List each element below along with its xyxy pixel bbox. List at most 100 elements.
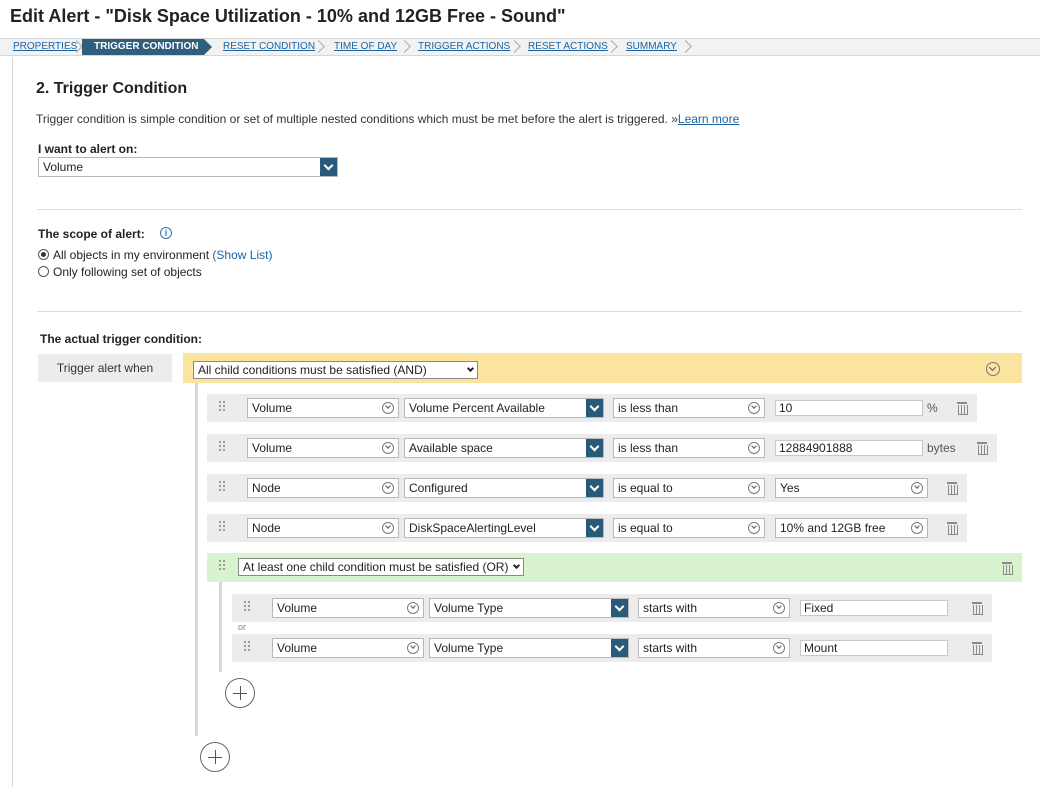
condition-field-select[interactable]: Volume Type <box>429 598 629 618</box>
chevron-right-icon <box>314 39 324 55</box>
or-group-bar: At least one child condition must be sat… <box>207 553 1022 582</box>
chevron-down-icon <box>586 399 603 417</box>
condition-operator-select[interactable]: starts with <box>638 598 790 618</box>
divider <box>37 209 1022 210</box>
chevron-down-icon <box>382 442 394 454</box>
chevron-down-icon <box>748 402 760 414</box>
condition-value-input[interactable]: Fixed <box>800 600 948 616</box>
step-trigger-condition[interactable]: TRIGGER CONDITION <box>82 39 212 55</box>
step-summary[interactable]: SUMMARY <box>626 39 677 55</box>
trash-icon[interactable] <box>1002 562 1013 575</box>
condition-field-value: DiskSpaceAlertingLevel <box>409 521 536 535</box>
drag-handle-icon[interactable] <box>219 560 227 574</box>
root-operator-select[interactable]: All child conditions must be satisfied (… <box>193 361 478 379</box>
chevron-right-icon <box>681 39 691 55</box>
trigger-condition-label: The actual trigger condition: <box>40 332 203 346</box>
chevron-down-icon <box>773 602 785 614</box>
condition-value-select[interactable]: 10% and 12GB free <box>775 518 928 538</box>
condition-object-select[interactable]: Volume <box>247 398 399 418</box>
alert-on-label: I want to alert on: <box>38 142 138 156</box>
condition-object-value: Volume <box>277 601 318 615</box>
condition-value-input[interactable]: 10 <box>775 400 923 416</box>
scope-option-all-label: All objects in my environment <box>53 248 210 262</box>
drag-handle-icon[interactable] <box>219 521 227 535</box>
trash-icon[interactable] <box>977 442 988 455</box>
condition-operator-select[interactable]: is less than <box>613 398 765 418</box>
scope-option-all[interactable]: All objects in my environment (Show List… <box>38 248 272 262</box>
learn-more-link[interactable]: Learn more <box>678 112 739 126</box>
step-reset-actions[interactable]: RESET ACTIONS <box>528 39 608 55</box>
step-time-of-day[interactable]: TIME OF DAY <box>334 39 397 55</box>
trash-icon[interactable] <box>947 522 958 535</box>
condition-object-select[interactable]: Volume <box>272 598 424 618</box>
chevron-right-icon <box>607 39 617 55</box>
condition-operator-value: is equal to <box>618 481 673 495</box>
condition-unit: bytes <box>927 441 956 455</box>
condition-operator-select[interactable]: is equal to <box>613 478 765 498</box>
condition-object-value: Volume <box>277 641 318 655</box>
drag-handle-icon[interactable] <box>219 481 227 495</box>
chevron-down-icon <box>773 642 785 654</box>
chevron-down-icon <box>586 519 603 537</box>
tree-line <box>195 383 198 736</box>
trigger-when-label: Trigger alert when <box>38 354 172 382</box>
condition-object-select[interactable]: Volume <box>247 438 399 458</box>
condition-field-value: Volume Type <box>434 601 504 615</box>
add-group-condition-button[interactable] <box>225 678 255 708</box>
step-reset-condition[interactable]: RESET CONDITION <box>223 39 315 55</box>
condition-field-value: Available space <box>409 441 493 455</box>
condition-field-select[interactable]: Volume Percent Available <box>404 398 604 418</box>
section-description: Trigger condition is simple condition or… <box>36 112 739 126</box>
collapse-icon[interactable] <box>986 362 1000 376</box>
condition-row: Node DiskSpaceAlertingLevel is equal to … <box>207 514 967 542</box>
chevron-down-icon <box>911 522 923 534</box>
drag-handle-icon[interactable] <box>219 401 227 415</box>
drag-handle-icon[interactable] <box>219 441 227 455</box>
trash-icon[interactable] <box>957 402 968 415</box>
chevron-down-icon <box>586 439 603 457</box>
scope-label: The scope of alert: <box>38 227 145 241</box>
add-condition-button[interactable] <box>200 742 230 772</box>
condition-object-select[interactable]: Node <box>247 518 399 538</box>
drag-handle-icon[interactable] <box>244 641 252 655</box>
condition-value-input[interactable]: 12884901888 <box>775 440 923 456</box>
trash-icon[interactable] <box>972 602 983 615</box>
condition-row: Volume Volume Percent Available is less … <box>207 394 977 422</box>
condition-operator-select[interactable]: starts with <box>638 638 790 658</box>
condition-operator-select[interactable]: is less than <box>613 438 765 458</box>
tree-line <box>219 582 222 672</box>
condition-object-value: Volume <box>252 401 293 415</box>
show-list-link[interactable]: (Show List) <box>212 248 272 262</box>
condition-field-select[interactable]: DiskSpaceAlertingLevel <box>404 518 604 538</box>
alert-on-select[interactable]: Volume <box>38 157 338 177</box>
condition-field-select[interactable]: Available space <box>404 438 604 458</box>
drag-handle-icon[interactable] <box>244 601 252 615</box>
group-operator-select[interactable]: At least one child condition must be sat… <box>238 558 524 576</box>
trash-icon[interactable] <box>972 642 983 655</box>
step-properties[interactable]: PROPERTIES <box>13 39 77 55</box>
condition-value: Yes <box>780 481 800 495</box>
condition-operator-select[interactable]: is equal to <box>613 518 765 538</box>
section-heading: 2. Trigger Condition <box>36 80 188 97</box>
condition-operator-value: is less than <box>618 441 679 455</box>
scope-option-following[interactable]: Only following set of objects <box>38 265 202 279</box>
condition-field-select[interactable]: Configured <box>404 478 604 498</box>
condition-field-select[interactable]: Volume Type <box>429 638 629 658</box>
condition-object-select[interactable]: Volume <box>272 638 424 658</box>
condition-row: Volume Volume Type starts with Mount <box>232 634 992 662</box>
dropdown-arrow-icon <box>512 561 521 570</box>
info-icon[interactable]: i <box>160 227 172 239</box>
root-operator-bar: All child conditions must be satisfied (… <box>183 353 1022 383</box>
radio-unselected-icon[interactable] <box>38 266 49 277</box>
radio-selected-icon[interactable] <box>38 249 49 260</box>
step-trigger-actions[interactable]: TRIGGER ACTIONS <box>418 39 510 55</box>
condition-value-input[interactable]: Mount <box>800 640 948 656</box>
condition-unit: % <box>927 401 938 415</box>
condition-operator-value: starts with <box>643 641 698 655</box>
trash-icon[interactable] <box>947 482 958 495</box>
condition-object-select[interactable]: Node <box>247 478 399 498</box>
condition-value-select[interactable]: Yes <box>775 478 928 498</box>
chevron-down-icon <box>382 522 394 534</box>
chevron-down-icon <box>748 482 760 494</box>
condition-operator-value: starts with <box>643 601 698 615</box>
